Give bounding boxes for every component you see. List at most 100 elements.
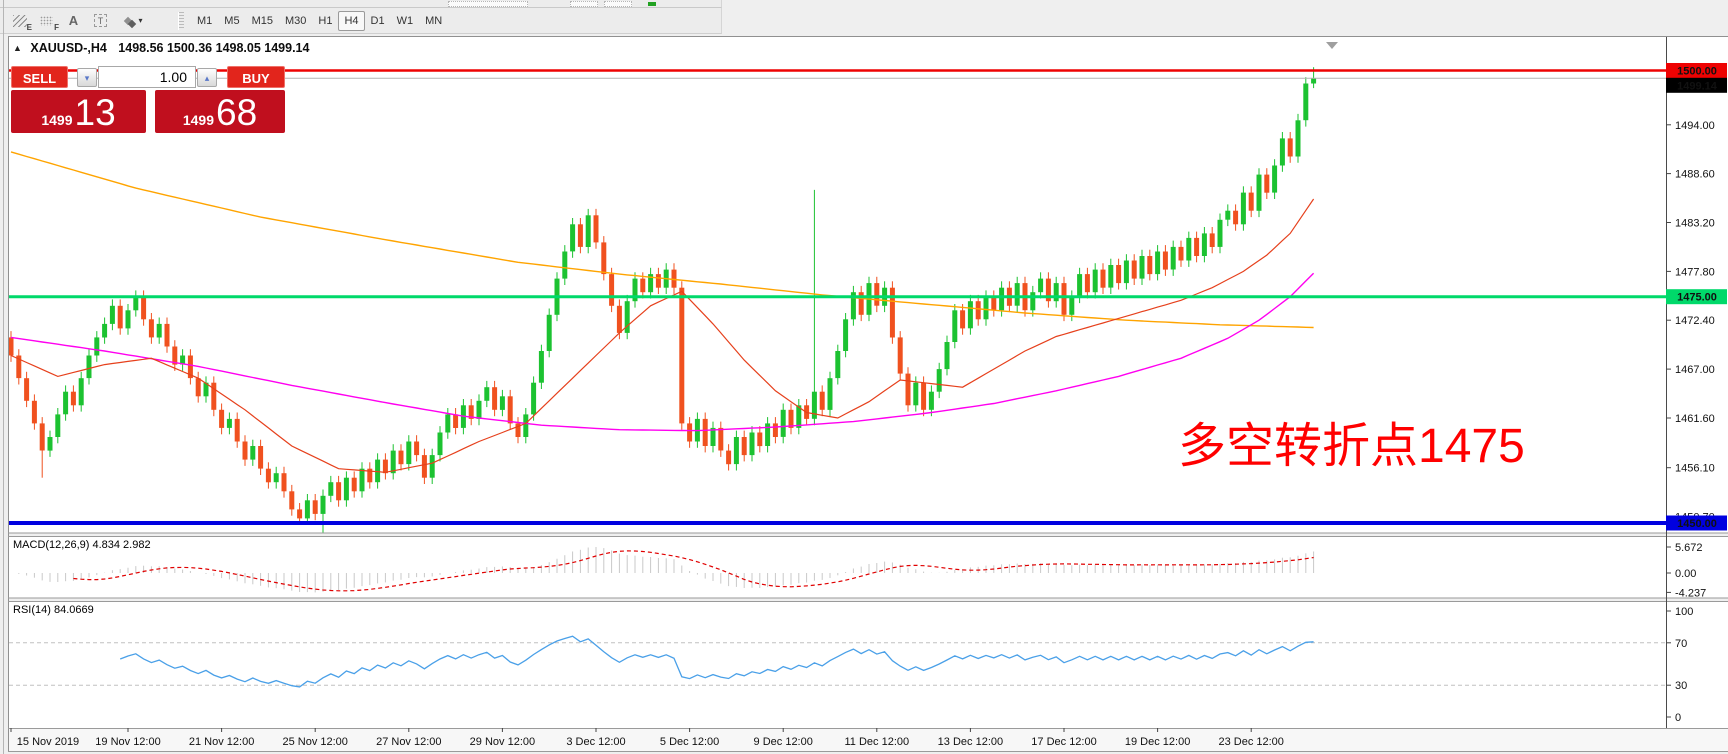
- date-tick-label: 15 Nov 2019: [17, 736, 79, 748]
- candle-body: [94, 337, 99, 355]
- candle-body: [679, 288, 684, 424]
- candle-body: [960, 310, 965, 328]
- candle-body: [79, 378, 84, 405]
- candle-body: [773, 423, 778, 437]
- price-tick-label: 1461.60: [1675, 413, 1715, 425]
- candle-body: [297, 509, 302, 518]
- candle-body: [523, 414, 528, 437]
- buy-button[interactable]: BUY: [227, 66, 285, 88]
- candle-body: [219, 410, 224, 428]
- candle-body: [874, 283, 879, 306]
- candle-body: [243, 442, 248, 460]
- candle-body: [1140, 256, 1145, 279]
- ohlc-values: 1498.56 1500.36 1498.05 1499.14: [118, 41, 309, 55]
- candle-body: [133, 297, 138, 311]
- candle-body: [843, 319, 848, 351]
- date-tick-label: 21 Nov 12:00: [189, 736, 254, 748]
- date-tick-label: 27 Nov 12:00: [376, 736, 441, 748]
- symbol-period-label: XAUUSD-,H4: [30, 41, 106, 55]
- ask-price-box[interactable]: 1499 68: [155, 90, 285, 133]
- candle-body: [976, 301, 981, 319]
- price-tick-label: 1488.60: [1675, 169, 1715, 181]
- candle-body: [898, 337, 903, 373]
- candle-body: [453, 414, 458, 428]
- volume-decrease-button[interactable]: ▾: [77, 68, 97, 87]
- rsi-tick-label: 100: [1675, 606, 1693, 618]
- candle-body: [102, 324, 107, 338]
- candle-body: [1202, 233, 1207, 256]
- candle-body: [360, 469, 365, 492]
- date-tick-label: 17 Dec 12:00: [1031, 736, 1096, 748]
- candle-body: [999, 288, 1004, 311]
- ask-big-digits: 68: [216, 94, 257, 133]
- candle-body: [1186, 238, 1191, 261]
- chart-title: ▲ XAUUSD-,H4 1498.56 1500.36 1498.05 149…: [13, 41, 309, 55]
- candle-body: [141, 297, 146, 320]
- candle-body: [1015, 283, 1020, 306]
- candle-body: [1280, 138, 1285, 165]
- candle-body: [1171, 247, 1176, 270]
- price-tick-label: 1467.00: [1675, 364, 1715, 376]
- pane-divider[interactable]: [8, 597, 1666, 603]
- candle-body: [890, 288, 895, 338]
- rsi-label: RSI(14) 84.0669: [13, 604, 94, 616]
- candle-body: [1054, 283, 1059, 301]
- candle-body: [757, 433, 762, 447]
- candle-body: [48, 437, 53, 451]
- date-tick-label: 25 Nov 12:00: [282, 736, 347, 748]
- candle-body: [952, 310, 957, 342]
- candle-body: [1210, 233, 1215, 247]
- date-tick-label: 5 Dec 12:00: [660, 736, 719, 748]
- sell-button[interactable]: SELL: [11, 66, 68, 88]
- candle-body: [282, 473, 287, 491]
- chart-background: [8, 36, 1728, 752]
- candle-body: [422, 455, 427, 478]
- candle-body: [640, 279, 645, 293]
- candle-body: [227, 419, 232, 428]
- candle-body: [742, 437, 747, 455]
- candle-body: [289, 491, 294, 509]
- candle-body: [991, 297, 996, 311]
- candle-body: [165, 324, 170, 347]
- candle-body: [945, 342, 950, 369]
- candle-body: [539, 351, 544, 383]
- candle-body: [321, 496, 326, 514]
- candle-body: [562, 252, 567, 279]
- candle-body: [570, 224, 575, 251]
- candle-body: [87, 356, 92, 379]
- candle-body: [399, 451, 404, 465]
- volume-increase-button[interactable]: ▴: [197, 68, 217, 87]
- candle-body: [157, 324, 162, 338]
- bid-prefix: 1499: [41, 113, 72, 133]
- candle-body: [726, 451, 731, 465]
- candle-body: [391, 451, 396, 474]
- bid-price-box[interactable]: 1499 13: [11, 90, 146, 133]
- price-tick-label: 1472.40: [1675, 315, 1715, 327]
- price-badge-label: 1500.00: [1677, 66, 1717, 78]
- candle-body: [547, 315, 552, 351]
- macd-tick-label: 0.00: [1675, 568, 1696, 580]
- candle-body: [1288, 138, 1293, 156]
- candle-body: [266, 469, 271, 483]
- date-tick-label: 13 Dec 12:00: [938, 736, 1003, 748]
- mt4-chart-screen: E F A T ▾ M1 M5 M15 M30 H1 H4 D1 W1 MN 1…: [0, 0, 1728, 754]
- candle-body: [1233, 211, 1238, 225]
- date-tick-label: 11 Dec 12:00: [844, 736, 909, 748]
- candle-body: [937, 369, 942, 392]
- candle-body: [828, 378, 833, 410]
- candle-body: [1303, 84, 1308, 121]
- candle-body: [1163, 252, 1168, 270]
- candle-body: [1179, 247, 1184, 261]
- one-click-toggle-icon[interactable]: ▲: [13, 43, 22, 53]
- date-tick-label: 9 Dec 12:00: [754, 736, 813, 748]
- candle-body: [375, 460, 380, 483]
- volume-input[interactable]: 1.00: [98, 66, 196, 88]
- rsi-tick-label: 30: [1675, 680, 1687, 692]
- candle-body: [1155, 252, 1160, 275]
- candle-body: [40, 423, 45, 450]
- price-badge-label: 1450.00: [1677, 518, 1717, 530]
- candle-body: [149, 319, 154, 337]
- candle-body: [344, 478, 349, 501]
- price-tick-label: 1483.20: [1675, 218, 1715, 230]
- pane-divider[interactable]: [8, 532, 1666, 538]
